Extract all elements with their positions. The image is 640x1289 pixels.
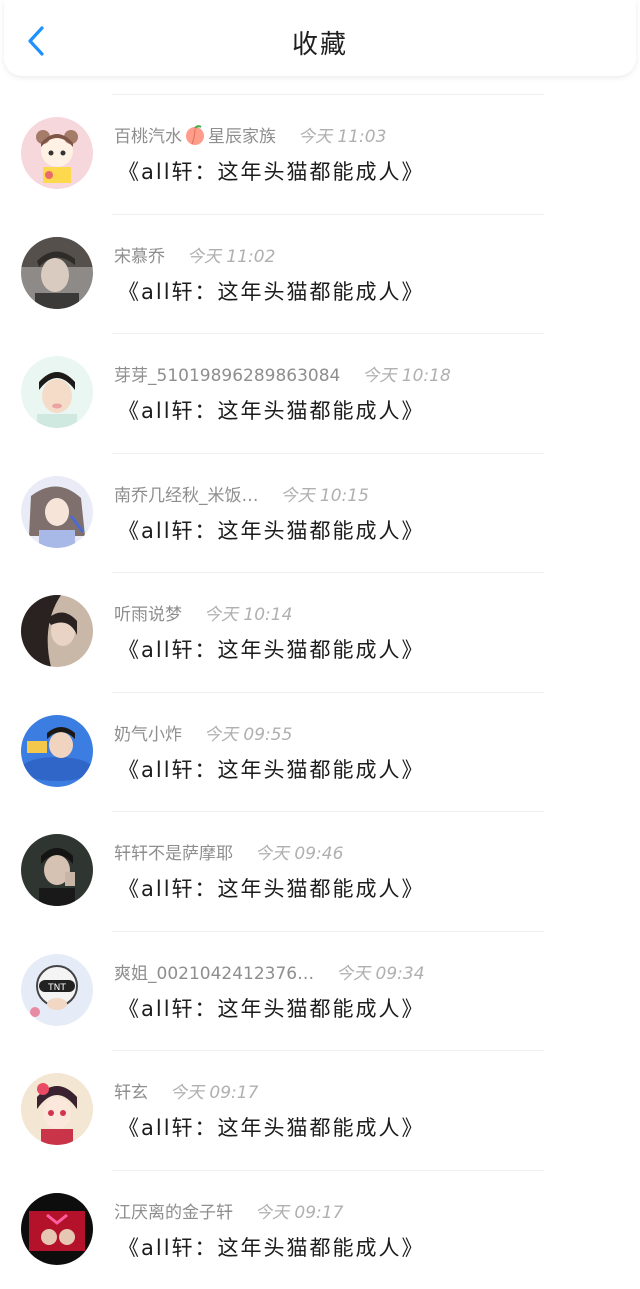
timestamp: 今天 09:46	[255, 844, 344, 864]
message-text[interactable]: 《all轩：这年头猫都能成人》	[118, 873, 425, 903]
timestamp: 今天 10:14	[204, 605, 293, 625]
avatar[interactable]	[21, 117, 93, 189]
avatar[interactable]: TNT	[21, 953, 93, 1026]
sender-name[interactable]: 轩轩不是萨摩耶	[114, 839, 233, 864]
item-meta: 芽芽_5101989628986308​4 今天 10:18	[114, 361, 451, 386]
message-text[interactable]: 《all轩：这年头猫都能成人》	[118, 515, 425, 545]
sender-name[interactable]: 百桃汽水	[114, 122, 182, 147]
list-item[interactable]: 轩玄 今天 09:17 《all轩：这年头猫都能成人》	[0, 1050, 640, 1170]
sender-name[interactable]: 听雨说梦	[114, 600, 182, 625]
sender-name[interactable]: 南乔几经秋_米饭…	[114, 481, 259, 506]
list-item[interactable]: 听雨说梦 今天 10:14 《all轩：这年头猫都能成人》	[0, 572, 640, 692]
message-text[interactable]: 《all轩：这年头猫都能成人》	[118, 395, 425, 425]
item-meta: 南乔几经秋_米饭… 今天 10:15	[114, 481, 369, 506]
item-meta: 听雨说梦 今天 10:14	[114, 600, 292, 625]
avatar[interactable]	[21, 1192, 93, 1265]
avatar[interactable]	[21, 236, 93, 309]
item-meta: 百桃汽水 星辰家族 今天 11:03	[114, 122, 386, 147]
favorites-list: 百桃汽水 星辰家族 今天 11:03 《all轩：这年头猫都能成人》 宋慕乔 今…	[0, 94, 640, 1289]
page-title: 收藏	[291, 30, 348, 60]
timestamp: 今天 09:17	[170, 1083, 259, 1103]
message-text[interactable]: 《all轩：这年头猫都能成人》	[118, 754, 425, 784]
message-text[interactable]: 《all轩：这年头猫都能成人》	[118, 1232, 425, 1262]
message-text[interactable]: 《all轩：这年头猫都能成人》	[118, 276, 425, 306]
avatar[interactable]	[21, 1073, 93, 1145]
sender-name[interactable]: 芽芽_5101989628986308​4	[114, 361, 340, 386]
sender-name-suffix: 星辰家族	[208, 127, 276, 147]
list-item[interactable]: 宋慕乔 今天 11:02 《all轩：这年头猫都能成人》	[0, 213, 640, 334]
timestamp: 今天 11:03	[298, 127, 387, 147]
top-bar: 收藏	[4, 0, 636, 76]
item-meta: 爽姐_0021042412376… 今天 09:34	[114, 959, 425, 984]
timestamp: 今天 10:15	[280, 485, 369, 506]
sender-name[interactable]: 爽姐_0021042412376…	[114, 959, 314, 984]
sender-name[interactable]: 奶气小炸	[114, 720, 182, 745]
message-text[interactable]: 《all轩：这年头猫都能成人》	[118, 634, 425, 664]
timestamp: 今天 09:34	[336, 963, 425, 984]
sender-name[interactable]: 轩玄	[114, 1078, 148, 1103]
sender-name[interactable]: 江厌离的金子轩	[114, 1198, 233, 1223]
avatar[interactable]	[21, 714, 93, 787]
item-meta: 宋慕乔 今天 11:02	[114, 242, 275, 267]
avatar[interactable]	[21, 356, 93, 428]
list-item[interactable]: 江厌离的金子轩 今天 09:17 《all轩：这年头猫都能成人》	[0, 1169, 640, 1289]
avatar[interactable]	[21, 834, 93, 906]
timestamp: 今天 10:18	[362, 366, 451, 386]
item-meta: 江厌离的金子轩 今天 09:17	[114, 1198, 343, 1223]
avatar[interactable]	[21, 475, 93, 548]
peach-emoji-icon	[186, 124, 204, 145]
message-text[interactable]: 《all轩：这年头猫都能成人》	[118, 156, 425, 186]
message-text[interactable]: 《all轩：这年头猫都能成人》	[118, 1112, 425, 1142]
timestamp: 今天 09:55	[204, 724, 293, 745]
list-item[interactable]: 奶气小炸 今天 09:55 《all轩：这年头猫都能成人》	[0, 691, 640, 812]
item-meta: 奶气小炸 今天 09:55	[114, 720, 292, 745]
list-item[interactable]: 芽芽_5101989628986308​4 今天 10:18 《all轩：这年头…	[0, 333, 640, 453]
list-item[interactable]: 南乔几经秋_米饭… 今天 10:15 《all轩：这年头猫都能成人》	[0, 452, 640, 573]
list-item[interactable]: 轩轩不是萨摩耶 今天 09:46 《all轩：这年头猫都能成人》	[0, 811, 640, 931]
list-item[interactable]: 百桃汽水 星辰家族 今天 11:03 《all轩：这年头猫都能成人》	[0, 94, 640, 214]
list-item[interactable]: TNT 爽姐_0021042412376… 今天 09:34 《all轩：这年头…	[0, 930, 640, 1051]
item-meta: 轩轩不是萨摩耶 今天 09:46	[114, 839, 343, 864]
message-text[interactable]: 《all轩：这年头猫都能成人》	[118, 993, 425, 1023]
avatar[interactable]	[21, 595, 93, 667]
sender-name[interactable]: 宋慕乔	[114, 242, 165, 267]
svg-text:TNT: TNT	[47, 983, 66, 993]
timestamp: 今天 09:17	[255, 1202, 344, 1223]
timestamp: 今天 11:02	[187, 246, 276, 267]
item-meta: 轩玄 今天 09:17	[114, 1078, 258, 1103]
